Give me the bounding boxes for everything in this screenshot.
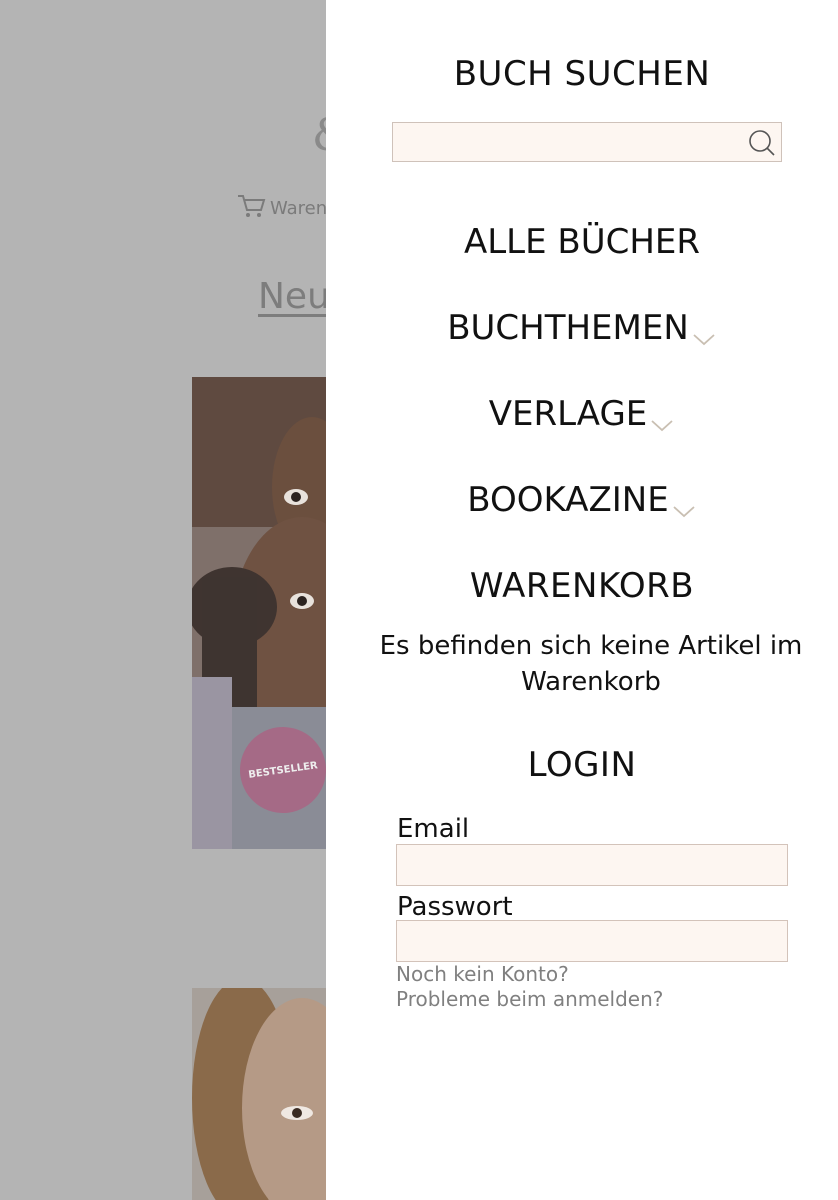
nav-bookazines-label: BOOKAZINE xyxy=(467,480,669,520)
background-heading: Neu xyxy=(258,276,330,317)
chevron-down-icon[interactable] xyxy=(649,404,675,432)
book-cover-1: BESTSELLER xyxy=(192,377,332,849)
email-field-box[interactable] xyxy=(396,844,788,886)
login-help-link[interactable]: Probleme beim anmelden? xyxy=(396,987,663,1011)
password-field-box[interactable] xyxy=(396,920,788,962)
nav-topics-label: BUCHTHEMEN xyxy=(447,308,689,348)
search-input[interactable] xyxy=(393,123,781,161)
nav-all-books[interactable]: ALLE BÜCHER xyxy=(326,222,838,262)
chevron-down-icon[interactable] xyxy=(691,318,717,346)
background-cart-link: Warenk xyxy=(236,192,338,225)
nav-publishers[interactable]: VERLAGE xyxy=(326,394,838,434)
search-title: BUCH SUCHEN xyxy=(453,54,711,94)
book-cover-2 xyxy=(192,988,332,1200)
login-title: LOGIN xyxy=(527,745,637,785)
nav-all-books-label: ALLE BÜCHER xyxy=(463,222,701,262)
cart-title: WARENKORB xyxy=(469,566,695,606)
nav-publishers-label: VERLAGE xyxy=(488,394,648,434)
nav-topics[interactable]: BUCHTHEMEN xyxy=(326,308,838,348)
email-label: Email xyxy=(397,814,470,844)
email-field[interactable] xyxy=(397,845,787,885)
search-icon[interactable] xyxy=(745,127,777,159)
register-link[interactable]: Noch kein Konto? xyxy=(396,962,569,986)
nav-bookazines[interactable]: BOOKAZINE xyxy=(326,480,838,520)
shopping-cart-icon xyxy=(236,192,266,225)
chevron-down-icon[interactable] xyxy=(671,490,697,518)
side-drawer-menu: BUCH SUCHEN ALLE BÜCHER BUCHTHEMEN VERLA… xyxy=(326,0,838,1200)
search-field[interactable] xyxy=(392,122,782,162)
cart-empty-message: Es befinden sich keine Artikel im Warenk… xyxy=(379,631,803,697)
password-label: Passwort xyxy=(397,892,513,922)
password-field[interactable] xyxy=(397,921,787,961)
